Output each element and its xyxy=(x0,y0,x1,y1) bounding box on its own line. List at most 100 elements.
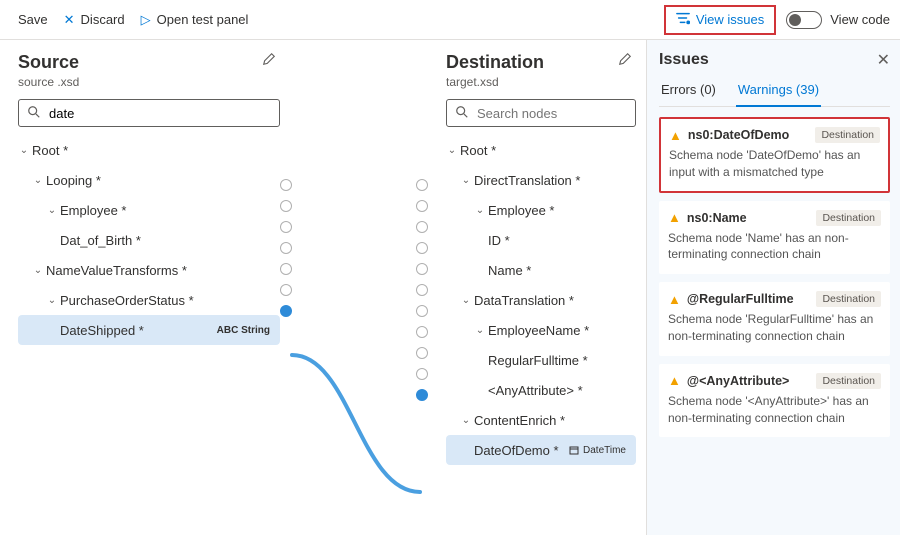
tree-node-employee[interactable]: ⌄Employee * xyxy=(18,195,280,225)
tree-node-direct[interactable]: ⌄DirectTranslation * xyxy=(446,165,636,195)
destination-search-input[interactable] xyxy=(475,105,655,122)
issue-name: @<AnyAttribute> xyxy=(687,374,811,388)
calendar-icon xyxy=(569,445,579,455)
issue-tag: Destination xyxy=(816,291,881,307)
source-tree: ⌄Root * ⌄Looping * ⌄Employee * Dat_of_Bi… xyxy=(18,135,280,345)
discard-button[interactable]: ✕ Discard xyxy=(56,5,133,35)
node-label: RegularFulltime * xyxy=(488,353,588,368)
source-search-input[interactable] xyxy=(47,105,271,122)
node-label: DateShipped * xyxy=(60,323,144,338)
port[interactable] xyxy=(280,284,292,296)
view-code-label: View code xyxy=(830,12,890,27)
tree-node-root[interactable]: ⌄Root * xyxy=(446,135,636,165)
node-label: ContentEnrich * xyxy=(474,413,565,428)
node-label: Employee * xyxy=(60,203,126,218)
connector-area xyxy=(290,40,428,535)
node-label: DateOfDemo * xyxy=(474,443,559,458)
warning-icon: ▲ xyxy=(668,292,681,307)
play-icon: ▷ xyxy=(141,12,151,28)
port[interactable] xyxy=(416,200,428,212)
open-test-panel-label: Open test panel xyxy=(157,12,249,27)
issue-desc: Schema node 'Name' has an non-terminatin… xyxy=(668,230,881,264)
issues-pane: Issues ✕ Errors (0) Warnings (39) ▲ns0:D… xyxy=(646,40,900,535)
port[interactable] xyxy=(416,368,428,380)
issue-name: ns0:Name xyxy=(687,211,811,225)
port[interactable] xyxy=(416,242,428,254)
tree-node-employee[interactable]: ⌄Employee * xyxy=(446,195,636,225)
chevron-down-icon: ⌄ xyxy=(446,145,458,156)
save-label: Save xyxy=(18,12,48,27)
tab-errors[interactable]: Errors (0) xyxy=(659,76,718,106)
destination-title: Destination xyxy=(446,52,636,73)
node-label: Root * xyxy=(32,143,68,158)
source-search[interactable] xyxy=(18,99,280,127)
view-code-toggle[interactable] xyxy=(786,11,822,29)
chevron-down-icon: ⌄ xyxy=(18,145,30,156)
port[interactable] xyxy=(416,347,428,359)
port[interactable] xyxy=(280,221,292,233)
issue-card[interactable]: ▲ns0:DateOfDemoDestination Schema node '… xyxy=(659,117,890,193)
port[interactable] xyxy=(416,263,428,275)
port[interactable] xyxy=(280,263,292,275)
toolbar: Save ✕ Discard ▷ Open test panel View is… xyxy=(0,0,900,40)
edit-destination-icon[interactable] xyxy=(618,52,632,69)
destination-subtitle: target.xsd xyxy=(446,75,636,89)
port[interactable] xyxy=(416,284,428,296)
tree-node-content[interactable]: ⌄ContentEnrich * xyxy=(446,405,636,435)
issues-title: Issues xyxy=(659,51,709,69)
chevron-down-icon: ⌄ xyxy=(474,325,486,336)
issue-card[interactable]: ▲@<AnyAttribute>Destination Schema node … xyxy=(659,364,890,438)
port[interactable] xyxy=(280,200,292,212)
port[interactable] xyxy=(416,305,428,317)
port[interactable] xyxy=(416,326,428,338)
view-issues-button[interactable]: View issues xyxy=(664,5,776,35)
chevron-down-icon: ⌄ xyxy=(32,175,44,186)
issue-card[interactable]: ▲ns0:NameDestination Schema node 'Name' … xyxy=(659,201,890,275)
type-badge: ABC String xyxy=(217,325,270,336)
port[interactable] xyxy=(280,179,292,191)
close-issues-button[interactable]: ✕ xyxy=(877,50,890,70)
tree-node-dateshipped[interactable]: DateShipped * ABC String xyxy=(18,315,280,345)
issue-desc: Schema node '<AnyAttribute>' has an non-… xyxy=(668,393,881,427)
issues-icon xyxy=(676,11,690,28)
port[interactable] xyxy=(416,179,428,191)
tree-node-regft[interactable]: RegularFulltime * xyxy=(446,345,636,375)
issue-card[interactable]: ▲@RegularFulltimeDestination Schema node… xyxy=(659,282,890,356)
source-title: Source xyxy=(18,52,280,73)
issue-tag: Destination xyxy=(816,373,881,389)
tree-node-looping[interactable]: ⌄Looping * xyxy=(18,165,280,195)
warning-icon: ▲ xyxy=(669,128,682,143)
warning-icon: ▲ xyxy=(668,210,681,225)
chevron-down-icon: ⌄ xyxy=(460,295,472,306)
tree-node-root[interactable]: ⌄Root * xyxy=(18,135,280,165)
open-test-panel-button[interactable]: ▷ Open test panel xyxy=(133,5,257,35)
tab-warnings[interactable]: Warnings (39) xyxy=(736,76,821,107)
issue-desc: Schema node 'RegularFulltime' has an non… xyxy=(668,311,881,345)
tree-node-nvt[interactable]: ⌄NameValueTransforms * xyxy=(18,255,280,285)
port[interactable] xyxy=(416,221,428,233)
port-connected[interactable] xyxy=(280,305,292,317)
tree-node-anyattr[interactable]: <AnyAttribute> * xyxy=(446,375,636,405)
port-connected[interactable] xyxy=(416,389,428,401)
issue-tag: Destination xyxy=(815,127,880,143)
tree-node-name[interactable]: Name * xyxy=(446,255,636,285)
tree-node-id[interactable]: ID * xyxy=(446,225,636,255)
tree-node-pos[interactable]: ⌄PurchaseOrderStatus * xyxy=(18,285,280,315)
chevron-down-icon: ⌄ xyxy=(46,295,58,306)
edit-source-icon[interactable] xyxy=(262,52,276,69)
chevron-down-icon: ⌄ xyxy=(474,205,486,216)
tree-node-empname[interactable]: ⌄EmployeeName * xyxy=(446,315,636,345)
chevron-down-icon: ⌄ xyxy=(460,415,472,426)
chevron-down-icon: ⌄ xyxy=(32,265,44,276)
node-label: Root * xyxy=(460,143,496,158)
tree-node-dateofdemo[interactable]: DateOfDemo * DateTime xyxy=(446,435,636,465)
tree-node-dob[interactable]: Dat_of_Birth * xyxy=(18,225,280,255)
source-pane: Source source .xsd ⌄Root * ⌄Looping * ⌄E… xyxy=(0,40,290,535)
port[interactable] xyxy=(280,242,292,254)
destination-search[interactable] xyxy=(446,99,636,127)
tree-node-datatrans[interactable]: ⌄DataTranslation * xyxy=(446,285,636,315)
view-issues-label: View issues xyxy=(696,12,764,27)
save-button[interactable]: Save xyxy=(10,5,56,35)
node-label: EmployeeName * xyxy=(488,323,589,338)
node-label: ID * xyxy=(488,233,510,248)
